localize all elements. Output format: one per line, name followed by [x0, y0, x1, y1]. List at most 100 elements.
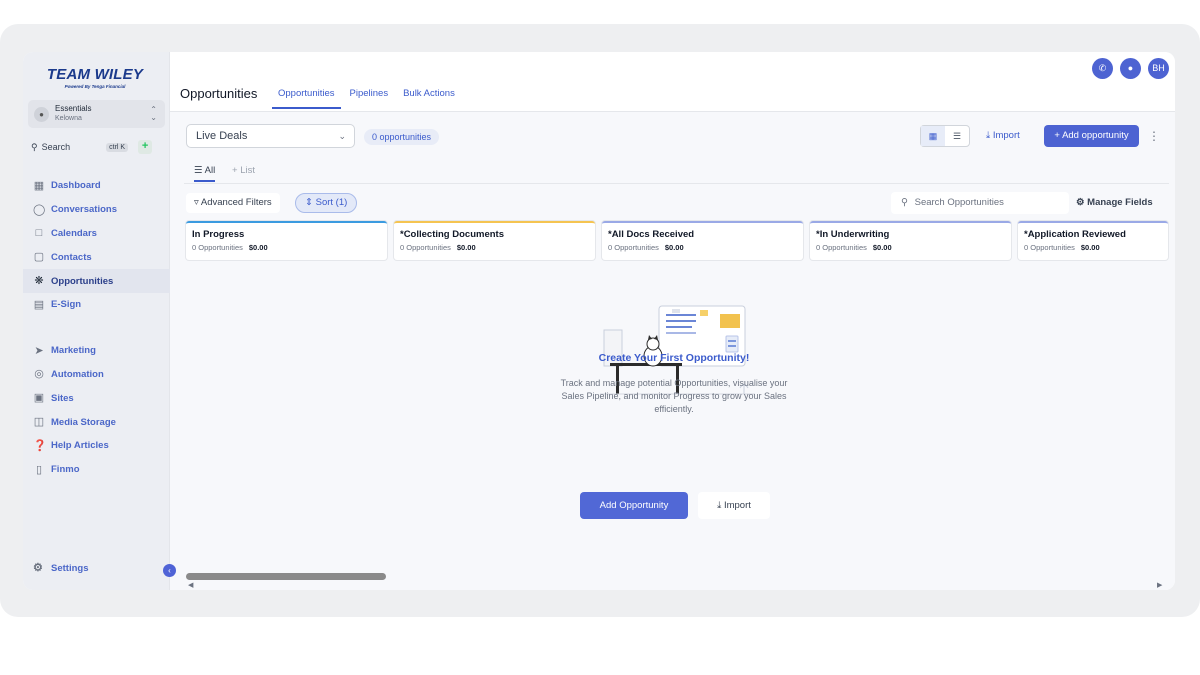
- sidebar-search[interactable]: ⚲ Search ctrl K +: [31, 140, 163, 154]
- sidebar-item-label: Automation: [51, 368, 104, 380]
- sidebar-item-media-storage[interactable]: ◫ Media Storage: [23, 410, 170, 434]
- sidebar-item-conversations[interactable]: ◯ Conversations: [23, 198, 170, 222]
- stage-card[interactable]: *Collecting Documents 0 Opportunities $0.…: [394, 221, 595, 260]
- sidebar-nav: ▦ Dashboard ◯ Conversations □ Calendars …: [23, 174, 170, 482]
- tab-pipelines[interactable]: Pipelines: [350, 88, 389, 109]
- opportunity-count-badge: 0 opportunities: [364, 129, 440, 145]
- scroll-right-icon[interactable]: ▶: [1157, 581, 1162, 589]
- sidebar-item-label: Marketing: [51, 345, 96, 357]
- more-options-icon[interactable]: ⋮: [1148, 125, 1160, 147]
- stage-count: 0 Opportunities: [1024, 243, 1075, 252]
- sidebar: TEAM WILEY Powered By Tenga Financial ● …: [23, 52, 170, 590]
- scroll-left-icon[interactable]: ◀: [188, 581, 193, 589]
- sidebar-item-label: Opportunities: [51, 275, 114, 287]
- help-icon: ❓: [33, 439, 47, 452]
- add-opportunity-button[interactable]: + Add opportunity: [1044, 125, 1139, 147]
- gear-icon: ⚙: [33, 562, 43, 574]
- search-opportunities-input[interactable]: ⚲ Search Opportunities: [891, 192, 1069, 214]
- stage-name: *Collecting Documents: [400, 229, 504, 240]
- stage-count: 0 Opportunities: [608, 243, 659, 252]
- nav-divider: [23, 317, 170, 339]
- empty-state-description: Track and manage potential Opportunities…: [560, 378, 788, 414]
- sidebar-item-label: Sites: [51, 392, 74, 404]
- phone-icon[interactable]: ✆: [1092, 58, 1113, 79]
- sidebar-item-marketing[interactable]: ➤ Marketing: [23, 339, 170, 363]
- sidebar-item-settings[interactable]: ⚙ Settings: [33, 562, 88, 574]
- import-label: Import: [723, 500, 751, 511]
- stage-card[interactable]: In Progress 0 Opportunities $0.00: [186, 221, 387, 260]
- advanced-filters-label: Advanced Filters: [200, 197, 272, 208]
- content-area: Live Deals ⌄ 0 opportunities ▦ ☰ ⤓ Impor…: [170, 112, 1175, 590]
- view-tabs: ☰ All + List: [184, 162, 1169, 184]
- stage-name: *All Docs Received: [608, 229, 695, 240]
- sites-icon: ▣: [33, 392, 45, 405]
- sidebar-item-automation[interactable]: ◎ Automation: [23, 363, 170, 387]
- bell-icon[interactable]: ●: [1120, 58, 1141, 79]
- sidebar-item-calendars[interactable]: □ Calendars: [23, 222, 170, 246]
- sidebar-item-sites[interactable]: ▣ Sites: [23, 386, 170, 410]
- sidebar-item-dashboard[interactable]: ▦ Dashboard: [23, 174, 170, 198]
- avatar[interactable]: BH: [1148, 58, 1169, 79]
- plus-icon: +: [232, 165, 238, 176]
- header-tabs: Opportunities Pipelines Bulk Actions: [272, 86, 470, 109]
- stage-card[interactable]: *Application Reviewed 0 Opportunities $0.…: [1018, 221, 1168, 260]
- sidebar-item-contacts[interactable]: ▢ Contacts: [23, 245, 170, 269]
- account-switcher[interactable]: ● Essentials Kelowna ⌃ ⌄: [28, 100, 165, 128]
- sidebar-item-label: Finmo: [51, 464, 80, 476]
- sidebar-item-help-articles[interactable]: ❓ Help Articles: [23, 434, 170, 458]
- sidebar-item-label: Calendars: [51, 227, 97, 239]
- sidebar-item-label: Contacts: [51, 251, 92, 263]
- sidebar-item-label: Dashboard: [51, 180, 101, 192]
- quick-add-icon[interactable]: +: [138, 140, 153, 154]
- add-opportunity-label: Add opportunity: [1062, 130, 1129, 141]
- chevron-updown-icon: ⌃ ⌄: [150, 105, 157, 122]
- send-icon: ➤: [34, 344, 44, 357]
- sort-button[interactable]: ⇕ Sort (1): [295, 193, 358, 213]
- manage-fields-button[interactable]: ⚙ Manage Fields: [1076, 192, 1153, 214]
- stage-amount: $0.00: [664, 243, 684, 252]
- search-placeholder: Search Opportunities: [914, 197, 1004, 208]
- sidebar-item-opportunities[interactable]: ❋ Opportunities: [23, 269, 170, 293]
- import-button[interactable]: ⤓ Import: [986, 125, 1020, 147]
- logo-text: TEAM WILEY: [46, 66, 144, 83]
- stage-amount: $0.00: [456, 243, 476, 252]
- horizontal-scrollbar[interactable]: [186, 573, 386, 580]
- contacts-icon: ▢: [33, 251, 45, 264]
- pipeline-select-value: Live Deals: [196, 130, 248, 142]
- stage-name: In Progress: [192, 229, 245, 240]
- sidebar-item-finmo[interactable]: ▯ Finmo: [23, 458, 170, 482]
- logo[interactable]: TEAM WILEY Powered By Tenga Financial: [45, 66, 145, 89]
- shortcut-badge: ctrl K: [106, 142, 129, 152]
- pipeline-select[interactable]: Live Deals ⌄: [186, 124, 355, 148]
- tab-opportunities[interactable]: Opportunities: [272, 88, 341, 109]
- chat-icon: ◯: [33, 203, 46, 216]
- grid-view-icon[interactable]: ▦: [921, 126, 945, 146]
- add-opportunity-button-empty[interactable]: Add Opportunity: [580, 492, 688, 519]
- advanced-filters-button[interactable]: ▿ Advanced Filters: [186, 193, 280, 213]
- view-tab-all[interactable]: ☰ All: [194, 165, 216, 182]
- finmo-icon: ▯: [35, 463, 43, 476]
- empty-state-actions: Add Opportunity ⤓ Import: [580, 492, 780, 520]
- settings-label: Settings: [51, 562, 89, 574]
- view-tab-add-list[interactable]: + List: [232, 165, 255, 176]
- sidebar-item-label: E-Sign: [51, 299, 82, 311]
- view-toggle: ▦ ☰: [920, 125, 970, 147]
- search-icon: ⚲: [31, 141, 38, 152]
- sidebar-item-label: Help Articles: [51, 440, 109, 452]
- download-icon: ⤓: [717, 500, 722, 511]
- import-button-empty[interactable]: ⤓ Import: [698, 492, 770, 519]
- sidebar-item-label: Media Storage: [51, 416, 116, 428]
- sidebar-item-esign[interactable]: ▤ E-Sign: [23, 293, 170, 317]
- download-icon: ⤓: [986, 130, 991, 141]
- collapse-sidebar-button[interactable]: ‹: [163, 564, 176, 577]
- toolbar: Live Deals ⌄ 0 opportunities ▦ ☰ ⤓ Impor…: [186, 124, 1166, 148]
- sort-icon: ⇕: [305, 197, 313, 208]
- stage-card[interactable]: *In Underwriting 0 Opportunities $0.00: [810, 221, 1011, 260]
- stage-amount: $0.00: [872, 243, 892, 252]
- stage-amount: $0.00: [1080, 243, 1100, 252]
- stage-card[interactable]: *All Docs Received 0 Opportunities $0.00: [602, 221, 803, 260]
- tab-bulk-actions[interactable]: Bulk Actions: [403, 88, 455, 109]
- stage-name: *Application Reviewed: [1024, 229, 1126, 240]
- manage-fields-label: Manage Fields: [1087, 197, 1153, 208]
- list-view-icon[interactable]: ☰: [945, 126, 969, 146]
